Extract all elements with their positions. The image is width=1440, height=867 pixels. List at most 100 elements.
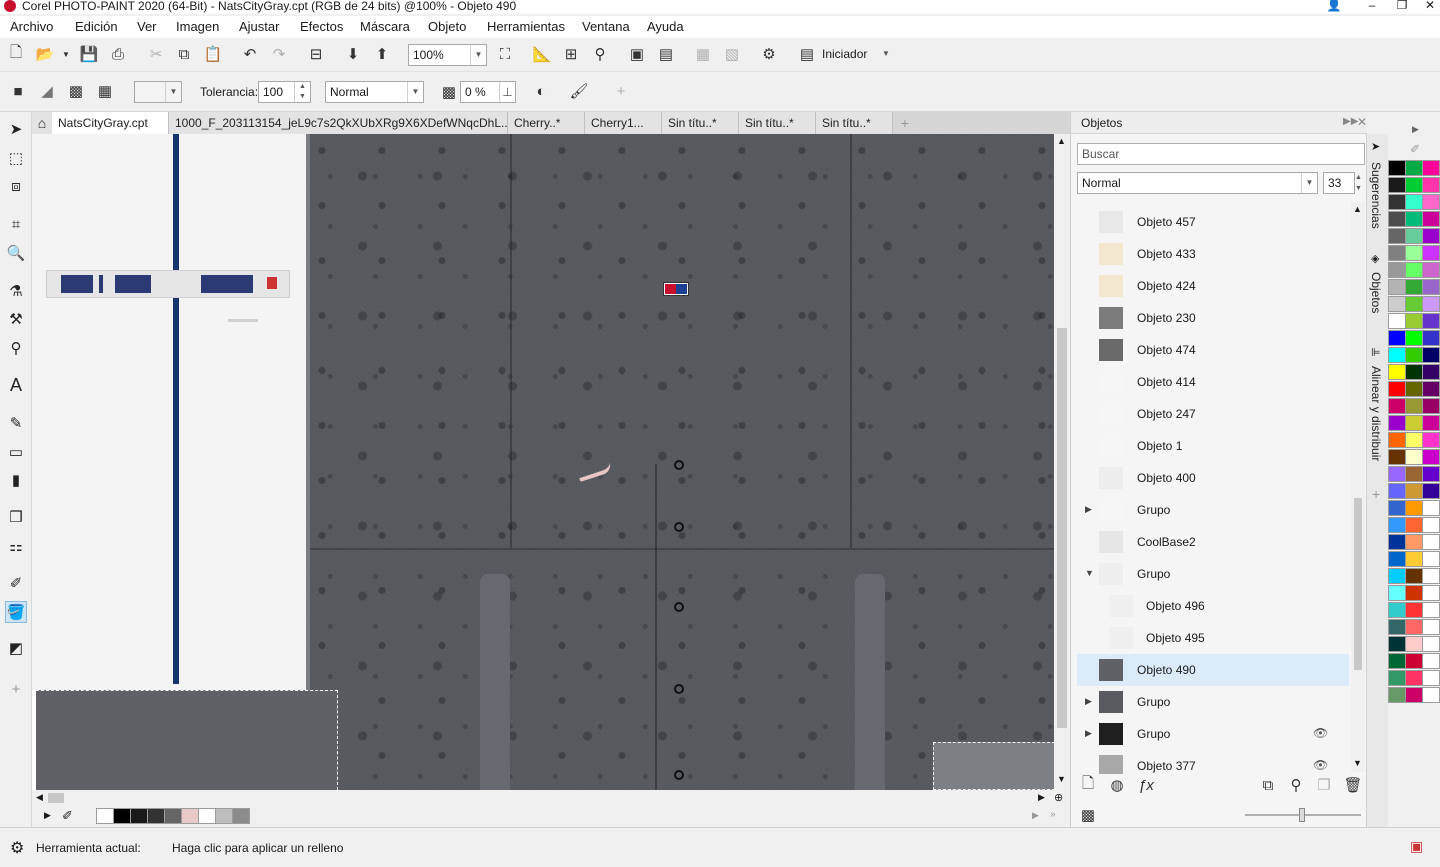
object-row[interactable]: Objeto 433 <box>1077 238 1349 270</box>
color-swatch[interactable] <box>1388 296 1406 312</box>
color-swatch[interactable] <box>1405 483 1423 499</box>
color-swatch[interactable] <box>1422 500 1440 516</box>
expand-arrow-icon[interactable]: ▶ <box>1085 504 1092 515</box>
document-color-swatch[interactable] <box>215 808 233 824</box>
scroll-right-icon[interactable]: ▶ <box>1038 792 1045 803</box>
save-icon[interactable]: 💾 <box>78 43 100 65</box>
color-swatch[interactable] <box>1405 653 1423 669</box>
add-icon[interactable]: + <box>610 80 632 102</box>
color-swatch[interactable] <box>1388 500 1406 516</box>
color-swatch[interactable] <box>1405 228 1423 244</box>
color-swatch[interactable] <box>1422 466 1440 482</box>
color-swatch[interactable] <box>1422 364 1440 380</box>
object-row[interactable]: CoolBase2 <box>1077 526 1349 558</box>
color-swatch[interactable] <box>1422 211 1440 227</box>
opacity-input[interactable]: 33 <box>1323 172 1355 194</box>
search-input[interactable]: Buscar <box>1077 143 1365 165</box>
object-row[interactable]: ▶ Grupo <box>1077 494 1349 526</box>
transparency-input[interactable]: 0 % ⊥ <box>460 81 516 103</box>
color-swatch[interactable] <box>1388 228 1406 244</box>
document-color-swatch[interactable] <box>181 808 199 824</box>
tab-alinear[interactable]: Alinear y distribuir <box>1369 366 1383 461</box>
color-swatch[interactable] <box>1388 619 1406 635</box>
undo-icon[interactable]: ↶ <box>239 43 261 65</box>
document-color-swatch[interactable] <box>198 808 216 824</box>
object-row[interactable]: ▶ Grupo <box>1077 686 1349 718</box>
color-swatch[interactable] <box>1422 245 1440 261</box>
color-swatch[interactable] <box>1405 636 1423 652</box>
object-row[interactable]: Objeto 400 <box>1077 462 1349 494</box>
color-swatch[interactable] <box>1405 466 1423 482</box>
object-row[interactable]: Objeto 247 <box>1077 398 1349 430</box>
thumbnail-size-slider[interactable] <box>1245 808 1361 822</box>
visibility-eye-icon[interactable]: 👁 <box>1313 726 1328 740</box>
color-swatch[interactable] <box>1388 449 1406 465</box>
mask-marquee-icon[interactable]: ⚲ <box>589 43 611 65</box>
color-swatch[interactable] <box>1405 347 1423 363</box>
fill-tool-icon[interactable]: 🪣 <box>5 601 27 623</box>
color-swatch[interactable] <box>1388 194 1406 210</box>
rectangle-mask-icon[interactable]: ⬚ <box>5 147 27 169</box>
menu-ayuda[interactable]: Ayuda <box>647 19 684 34</box>
color-swatch[interactable] <box>1422 551 1440 567</box>
palette-expand-icon[interactable]: ▶ <box>1412 124 1419 135</box>
color-swatch[interactable] <box>1405 296 1423 312</box>
color-swatch[interactable] <box>1388 602 1406 618</box>
navigator-icon[interactable]: ⊕ <box>1054 791 1063 804</box>
bitmap-fill-icon[interactable]: ▩ <box>65 80 87 102</box>
menu-archivo[interactable]: Archivo <box>10 19 53 34</box>
object-row[interactable]: Objeto 377 👁 <box>1077 750 1349 774</box>
color-swatch[interactable] <box>1405 670 1423 686</box>
text-tool-icon[interactable]: A <box>5 374 27 396</box>
color-swatch[interactable] <box>1388 687 1406 703</box>
color-swatch[interactable] <box>1422 381 1440 397</box>
objects-icon[interactable]: ◈ <box>1371 252 1379 265</box>
color-swatch[interactable] <box>1405 177 1423 193</box>
color-profile-icon[interactable]: ▣ <box>1410 838 1423 855</box>
scroll-left-icon[interactable]: ◀ <box>36 792 43 803</box>
object-merge-mode-select[interactable]: Normal ▼ <box>1077 172 1318 194</box>
menu-ajustar[interactable]: Ajustar <box>239 19 279 34</box>
color-swatch[interactable] <box>1405 432 1423 448</box>
color-swatch[interactable] <box>1422 483 1440 499</box>
paint-tool-icon[interactable]: ✎ <box>5 412 27 434</box>
color-swatch[interactable] <box>1422 653 1440 669</box>
new-tab-icon[interactable]: + <box>895 112 915 134</box>
color-swatch[interactable] <box>1405 330 1423 346</box>
document-color-swatch[interactable] <box>130 808 148 824</box>
color-swatch-icon[interactable]: ◩ <box>5 637 27 659</box>
color-swatch[interactable] <box>1388 364 1406 380</box>
color-swatch[interactable] <box>1388 483 1406 499</box>
rulers-icon[interactable]: 📐 <box>531 43 553 65</box>
grid-icon[interactable]: ⊞ <box>560 43 582 65</box>
fill-settings-icon[interactable]: 🖌 <box>568 80 590 102</box>
cut-icon[interactable]: ✂ <box>145 43 167 65</box>
minimize-button[interactable]: – <box>1362 0 1382 12</box>
fill-preview-combo[interactable]: ▼ <box>134 81 182 103</box>
eyedropper-icon[interactable]: ✐ <box>62 808 73 824</box>
color-swatch[interactable] <box>1422 262 1440 278</box>
color-swatch[interactable] <box>1422 177 1440 193</box>
menu-mascara[interactable]: Máscara <box>360 19 410 34</box>
paste-icon[interactable]: 📋 <box>202 43 224 65</box>
export-icon[interactable]: ⬆ <box>371 43 393 65</box>
new-object-icon[interactable]: 🗋 <box>1077 774 1099 796</box>
redo-icon[interactable]: ↷ <box>268 43 290 65</box>
menu-objeto[interactable]: Objeto <box>428 19 466 34</box>
color-swatch[interactable] <box>1405 568 1423 584</box>
document-color-swatch[interactable] <box>147 808 165 824</box>
menu-edicion[interactable]: Edición <box>75 19 118 34</box>
color-swatch[interactable] <box>1388 670 1406 686</box>
add-tool-icon[interactable]: + <box>5 678 27 700</box>
color-swatch[interactable] <box>1405 585 1423 601</box>
crop-to-mask-icon[interactable]: ⊟ <box>305 43 327 65</box>
menu-ventana[interactable]: Ventana <box>582 19 630 34</box>
color-swatch[interactable] <box>1405 687 1423 703</box>
clone-tool-icon[interactable]: ⚗ <box>5 280 27 302</box>
merge-mode-select[interactable]: Normal ▼ <box>325 81 424 103</box>
color-swatch[interactable] <box>1422 636 1440 652</box>
document-color-swatch[interactable] <box>96 808 114 824</box>
color-swatch[interactable] <box>1405 245 1423 261</box>
crop-tool-icon[interactable]: ⌗ <box>5 213 27 235</box>
scroll-thumb[interactable] <box>1057 328 1067 728</box>
